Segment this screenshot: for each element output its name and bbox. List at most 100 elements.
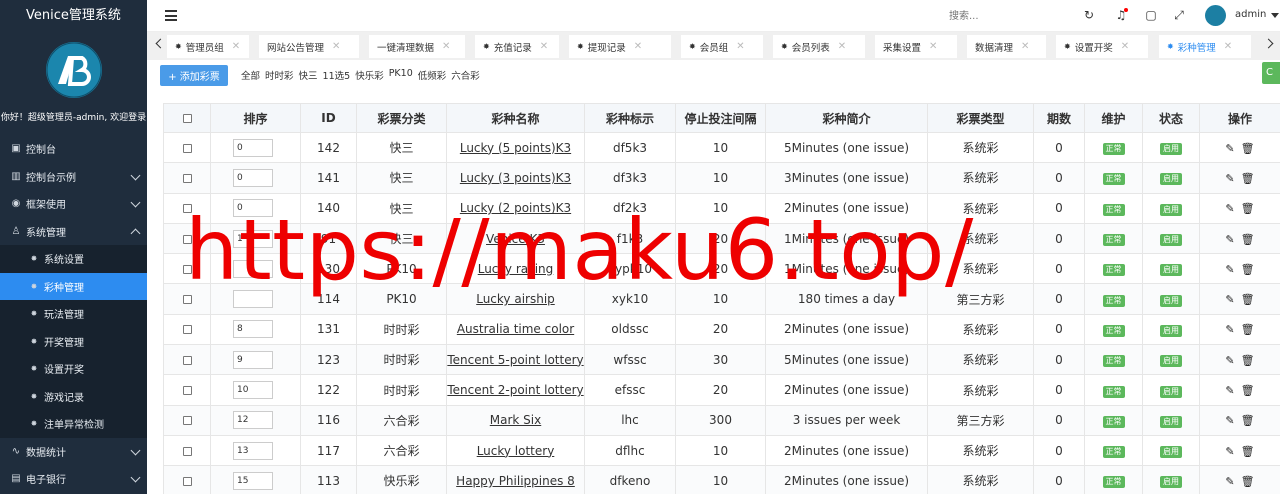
lottery-name-link[interactable]: Happy Philippines 8 [456,474,575,488]
row-checkbox[interactable] [182,143,192,153]
close-icon[interactable]: ✕ [929,41,937,52]
trash-icon[interactable]: 🗑 [1241,172,1255,185]
submenu-item-3[interactable]: ✸ 开奖管理 [0,327,147,355]
sort-input[interactable] [233,441,273,460]
sort-input[interactable] [233,471,273,490]
submenu-item-0[interactable]: ✸ 系统设置 [0,245,147,273]
lottery-name-link[interactable]: Tencent 5-point lottery [448,353,584,367]
submenu-item-4[interactable]: ✸ 设置开奖 [0,355,147,383]
row-checkbox[interactable] [182,446,192,456]
trash-icon[interactable]: 🗑 [1241,445,1255,458]
sort-input[interactable] [233,168,273,187]
edit-icon[interactable]: ✎ [1225,475,1234,488]
lock-icon[interactable]: ▢ [1144,8,1158,22]
fullscreen-icon[interactable]: ⤢ [1172,8,1186,22]
tab-scroll-right-icon[interactable] [1263,38,1274,49]
maintenance-badge[interactable]: 正常 [1102,446,1125,459]
status-badge[interactable]: 启用 [1160,203,1182,216]
tab-8[interactable]: 数据清理 ✕ [967,35,1046,58]
green-action-button[interactable]: C [1262,62,1280,84]
edit-icon[interactable]: ✎ [1225,384,1234,397]
trash-icon[interactable]: 🗑 [1241,142,1255,155]
user-name[interactable]: admin [1235,9,1266,20]
submenu-item-2[interactable]: ✸ 玩法管理 [0,300,147,328]
filter-6[interactable]: 低频彩 [418,68,447,82]
trash-icon[interactable]: 🗑 [1241,414,1255,427]
select-cell[interactable] [163,344,211,376]
maintenance-badge[interactable]: 正常 [1102,203,1125,216]
close-icon[interactable]: ✕ [1224,41,1232,52]
filter-0[interactable]: 全部 [241,68,260,82]
edit-icon[interactable]: ✎ [1225,445,1234,458]
maintenance-badge[interactable]: 正常 [1102,355,1125,368]
maintenance-badge[interactable]: 正常 [1102,234,1125,247]
edit-icon[interactable]: ✎ [1225,354,1234,367]
trash-icon[interactable]: 🗑 [1241,475,1255,488]
lottery-name-link[interactable]: Lucky racing [478,262,554,276]
row-checkbox[interactable] [182,416,192,426]
sort-input[interactable] [233,381,273,400]
tab-9[interactable]: ✸ 设置开奖 ✕ [1056,35,1148,58]
maintenance-badge[interactable]: 正常 [1102,324,1125,337]
tab-scroll-left-icon[interactable] [155,38,166,49]
filter-5[interactable]: PK10 [389,68,413,82]
tab-6[interactable]: ✸ 会员列表 ✕ [773,35,865,58]
select-cell[interactable] [163,313,211,346]
select-cell[interactable] [163,222,211,255]
maintenance-badge[interactable]: 正常 [1102,476,1125,489]
menu-item-menu_top-3[interactable]: ♙ 系统管理 [0,218,147,246]
lottery-name-link[interactable]: Lucky lottery [477,444,555,458]
maintenance-badge[interactable]: 正常 [1102,294,1125,307]
close-icon[interactable]: ✕ [838,41,846,52]
add-lottery-button[interactable]: + 添加彩票 [160,65,228,86]
select-all-cell[interactable] [163,103,211,133]
status-badge[interactable]: 启用 [1160,385,1182,398]
row-checkbox[interactable] [182,295,192,305]
close-icon[interactable]: ✕ [332,41,340,52]
sort-input[interactable] [233,290,273,309]
lottery-name-link[interactable]: Lucky (5 points)K3 [460,141,571,155]
menu-item-menu_bottom-1[interactable]: ▤ 电子银行 [0,465,147,493]
row-checkbox[interactable] [182,264,192,274]
status-badge[interactable]: 启用 [1160,446,1182,459]
trash-icon[interactable]: 🗑 [1241,202,1255,215]
edit-icon[interactable]: ✎ [1225,414,1234,427]
edit-icon[interactable]: ✎ [1225,293,1234,306]
status-badge[interactable]: 启用 [1160,324,1182,337]
select-cell[interactable] [163,162,211,194]
row-checkbox[interactable] [182,325,192,335]
trash-icon[interactable]: 🗑 [1241,233,1255,246]
row-checkbox[interactable] [182,476,192,486]
trash-icon[interactable]: 🗑 [1241,263,1255,276]
edit-icon[interactable]: ✎ [1225,323,1234,336]
submenu-item-6[interactable]: ✸ 注单异常检测 [0,410,147,438]
close-icon[interactable]: ✕ [232,41,240,52]
select-cell[interactable] [163,374,211,406]
filter-1[interactable]: 时时彩 [265,68,294,82]
status-badge[interactable]: 启用 [1160,476,1182,489]
status-badge[interactable]: 启用 [1160,264,1182,277]
filter-3[interactable]: 11选5 [323,68,351,82]
maintenance-badge[interactable]: 正常 [1102,385,1125,398]
avatar[interactable] [1205,5,1226,26]
close-icon[interactable]: ✕ [736,41,744,52]
status-badge[interactable]: 启用 [1160,355,1182,368]
menu-toggle-icon[interactable] [165,10,177,21]
edit-icon[interactable]: ✎ [1225,263,1234,276]
refresh-icon[interactable]: ↻ [1082,8,1096,22]
sort-input[interactable] [233,138,273,157]
sort-input[interactable] [233,411,273,430]
submenu-item-5[interactable]: ✸ 游戏记录 [0,382,147,410]
search-input[interactable] [949,8,1049,24]
edit-icon[interactable]: ✎ [1225,202,1234,215]
status-badge[interactable]: 启用 [1160,415,1182,428]
close-icon[interactable]: ✕ [1121,41,1129,52]
close-icon[interactable]: ✕ [1021,41,1029,52]
tab-0[interactable]: ✸ 管理员组 ✕ [167,35,249,58]
sort-input[interactable] [233,350,273,369]
select-cell[interactable] [163,434,211,467]
tab-10[interactable]: ✸ 彩种管理 ✕ [1159,35,1251,58]
status-badge[interactable]: 启用 [1160,234,1182,247]
sort-input[interactable] [233,259,273,278]
close-icon[interactable]: ✕ [540,41,548,52]
